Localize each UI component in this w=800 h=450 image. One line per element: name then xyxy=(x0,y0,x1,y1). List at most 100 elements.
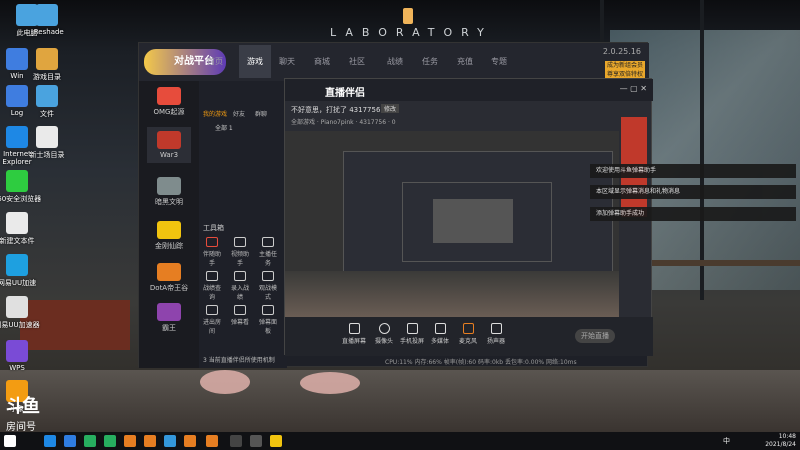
panel-list-all[interactable]: 全部 1 xyxy=(215,123,233,132)
game-item[interactable]: OMG起源 xyxy=(147,87,191,117)
nav-item[interactable]: 社区 xyxy=(349,56,365,67)
mic-button[interactable]: 麦克风 xyxy=(453,323,483,345)
nav-item[interactable]: 任务 xyxy=(422,56,438,67)
stream-title: 不好意思，打扰了 4317756 xyxy=(291,106,381,114)
game-icon xyxy=(157,221,181,239)
folder-icon xyxy=(36,4,58,26)
desktop-icon[interactable]: _Reshade xyxy=(20,4,74,36)
nested-screen xyxy=(402,182,552,262)
edit-tag[interactable]: 修改 xyxy=(381,104,400,113)
danmu-panel-icon xyxy=(262,305,274,315)
game-item[interactable]: DotA帝王谷 xyxy=(147,263,191,293)
room-label: 房间号 xyxy=(6,422,36,433)
browser-icon xyxy=(6,170,28,192)
tool-button[interactable]: 进出房间 xyxy=(201,305,223,335)
tool-label: 进出房间 xyxy=(202,319,221,335)
video-tool-icon xyxy=(234,237,246,247)
taskbar-app-icon[interactable] xyxy=(84,435,96,447)
taskbar-app-icon[interactable] xyxy=(44,435,56,447)
vip-banner[interactable]: 成为新组会员 尊享双倍特权 xyxy=(605,61,645,79)
phone-button[interactable]: 手机投屏 xyxy=(397,323,427,345)
tool-label: 观战模式 xyxy=(258,285,277,301)
taskbar-app-icon[interactable] xyxy=(206,435,218,447)
clock[interactable]: 10:48 2021/8/24 xyxy=(765,433,796,449)
room-tool-icon xyxy=(206,305,218,315)
stream-preview xyxy=(285,131,619,317)
tool-button[interactable]: 观战模式 xyxy=(257,271,279,301)
stream-info: 全部游戏 · Piano7pink · 4317756 · 0 xyxy=(291,119,396,126)
game-item-selected[interactable]: War3 xyxy=(147,127,191,163)
watch-tool-icon xyxy=(262,271,274,281)
taskbar-app-icon[interactable] xyxy=(104,435,116,447)
game-name: DotA帝王谷 xyxy=(149,284,189,292)
button-label: 手机投屏 xyxy=(399,338,424,345)
start-button-icon[interactable] xyxy=(4,435,16,447)
desktop-icon[interactable]: WPS xyxy=(0,340,44,372)
bottom-notice: 3 当前直播伴侣所使用机制 xyxy=(203,357,275,364)
screen-icon xyxy=(348,323,360,334)
taskbar-app-icon[interactable] xyxy=(270,435,282,447)
button-label: 麦克风 xyxy=(458,338,477,345)
button-label: 扬声器 xyxy=(486,338,505,345)
tool-label: 弹幕看 xyxy=(230,319,249,326)
desktop-icon[interactable]: 新建文本件 xyxy=(0,212,44,246)
game-item[interactable]: 金刚仙踪 xyxy=(147,221,191,251)
window-controls[interactable]: — ▢ ✕ xyxy=(620,84,647,93)
taskbar-app-icon[interactable] xyxy=(144,435,156,447)
taskbar-app-icon[interactable] xyxy=(230,435,242,447)
panel-tab[interactable]: 我的游戏 xyxy=(203,109,227,118)
desktop-icon[interactable]: 新士场目录 xyxy=(20,126,74,160)
nav-item[interactable]: 商城 xyxy=(314,56,330,67)
taskbar-app-icon[interactable] xyxy=(124,435,136,447)
game-icon xyxy=(157,303,181,321)
desktop-icon[interactable]: 网易UU加速器 xyxy=(0,296,44,330)
tool-button[interactable]: 弹幕面板 xyxy=(257,305,279,335)
wallpaper-lamp xyxy=(403,8,413,24)
taskbar-app-icon[interactable] xyxy=(64,435,76,447)
panel-tab[interactable]: 好友 xyxy=(233,109,245,118)
desktop-icon-label: 网易UU加速器 xyxy=(0,321,40,329)
taskbar-app-icon[interactable] xyxy=(184,435,196,447)
game-item[interactable]: 暗黑文明 xyxy=(147,177,191,207)
tool-button[interactable]: 视频助手 xyxy=(229,237,251,267)
tool-button[interactable]: 弹幕看 xyxy=(229,305,251,326)
desktop-icon[interactable]: 文件 xyxy=(20,85,74,119)
game-folder-icon xyxy=(36,48,58,70)
desktop-icon[interactable]: 网易UU加速 xyxy=(0,254,44,288)
game-name: War3 xyxy=(159,151,179,159)
game-name: 霸王 xyxy=(162,324,176,332)
desktop-icon-label: 文件 xyxy=(40,110,54,118)
nav-item[interactable]: 战绩 xyxy=(387,56,403,67)
desktop-icon-label: 新建文本件 xyxy=(0,237,35,245)
nav-item[interactable]: 聊天 xyxy=(279,56,295,67)
desktop-icon[interactable]: 360安全浏览器 xyxy=(0,170,44,204)
text-file-icon xyxy=(6,212,28,234)
input-language[interactable]: 中 xyxy=(723,436,730,446)
camera-button[interactable]: 摄像头 xyxy=(369,323,399,345)
speaker-button[interactable]: 扬声器 xyxy=(481,323,511,345)
nested-screen xyxy=(343,151,613,291)
media-button[interactable]: 多媒体 xyxy=(425,323,455,345)
tool-button[interactable]: 录入战绩 xyxy=(229,271,251,301)
taskbar-app-icon[interactable] xyxy=(164,435,176,447)
game-item[interactable]: 霸王 xyxy=(147,303,191,333)
desktop-icon[interactable]: 游戏目录 xyxy=(20,48,74,82)
tool-label: 录入战绩 xyxy=(230,285,249,301)
toast-message: 欢迎使用斗鱼弹幕助手 xyxy=(590,164,796,178)
tool-button[interactable]: 战绩查询 xyxy=(201,271,223,301)
nav-item-active[interactable]: 游戏 xyxy=(239,45,271,78)
nav-item[interactable]: 首页 xyxy=(207,56,223,67)
tool-button[interactable]: 主播任务 xyxy=(257,237,279,267)
preview-scene xyxy=(285,271,619,317)
wallpaper-cushion xyxy=(200,370,250,394)
nav-item[interactable]: 充值 xyxy=(457,56,473,67)
taskbar-app-icon[interactable] xyxy=(250,435,262,447)
screen-button[interactable]: 直播屏幕 xyxy=(339,323,369,345)
desktop-icon-label: WPS xyxy=(9,364,25,372)
start-stream-button[interactable]: 开始直播 xyxy=(575,329,615,343)
panel-tab[interactable]: 群聊 xyxy=(255,109,267,118)
button-label: 多媒体 xyxy=(430,338,449,345)
nav-item[interactable]: 专题 xyxy=(491,56,507,67)
tool-button[interactable]: 伴随助手 xyxy=(201,237,223,267)
performance-stats: CPU:11% 内存:66% 帧率(帧):60 码率:0kb 丢包率:0.00%… xyxy=(385,359,577,366)
